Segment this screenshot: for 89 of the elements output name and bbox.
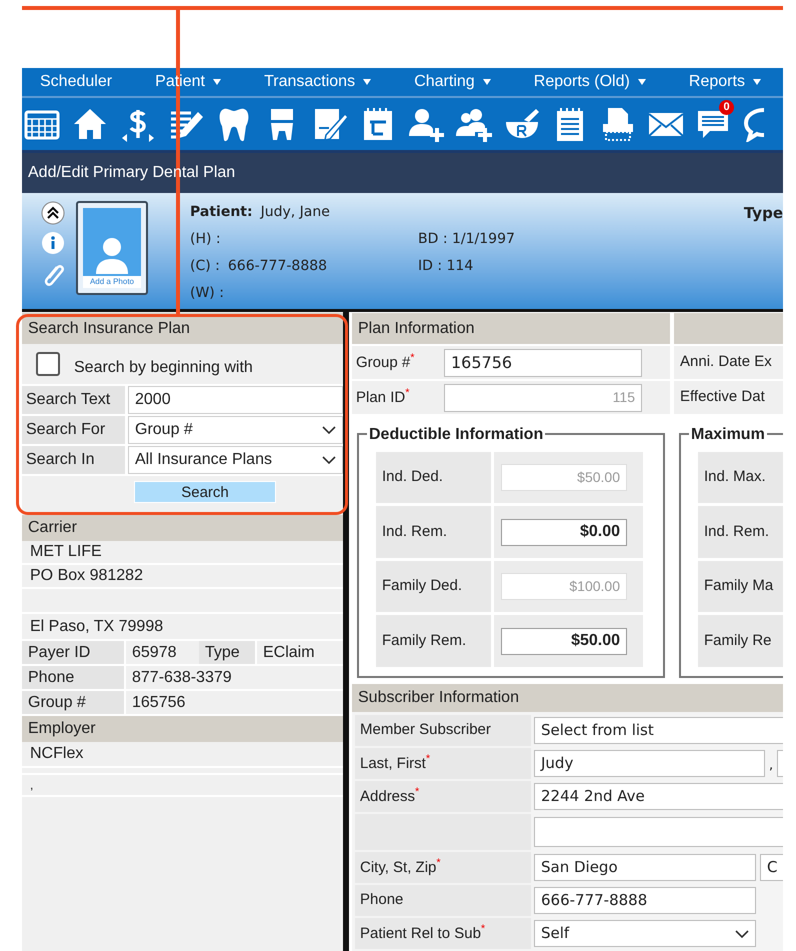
patient-name: Judy, Jane [260, 203, 330, 222]
field-label: Anni. Date Ex [680, 352, 772, 372]
field-value: 877-638-3379 [132, 668, 232, 688]
type-label: Type [744, 203, 783, 224]
search-button[interactable]: Search [134, 480, 276, 502]
chevron-down-icon[interactable] [322, 456, 336, 464]
cell-phone-label: (C) : [190, 257, 220, 276]
birth-date: BD : 1/1/1997 [418, 230, 515, 249]
field-label: City, St, Zip$^{*}$ [360, 856, 441, 878]
menu-item[interactable]: Reports [688, 70, 761, 94]
patient-label: Patient: [190, 203, 253, 222]
carrier-city: El Paso, TX 79998 [30, 616, 164, 636]
field-label: Payer ID [28, 642, 90, 662]
input-field[interactable]: 2000 [128, 386, 343, 414]
section-title: Carrier [28, 518, 77, 538]
section-title: Employer [28, 719, 96, 739]
field-label: Family Rem. [382, 630, 466, 651]
caret-icon[interactable] [212, 79, 221, 85]
double-chevron-up-icon[interactable] [41, 201, 65, 225]
dropdown[interactable]: Group # [128, 416, 343, 444]
field-label: Group # [28, 692, 86, 712]
dropdown[interactable]: Select from list [534, 717, 783, 744]
field-label: Member Subscriber [360, 720, 491, 740]
checkbox-label: Search by beginning with [74, 358, 253, 378]
menu-item[interactable]: Transactions [264, 70, 372, 94]
field-label: Last, First$^{*}$ [360, 752, 430, 774]
field-label: Patient Rel to Sub$^{*}$ [360, 922, 486, 944]
photo-frame[interactable]: Add a Photo [76, 201, 148, 295]
chevron-down-icon[interactable] [322, 426, 336, 434]
field-label: Effective Dat [680, 387, 765, 408]
field-label: Search Text [26, 390, 110, 410]
field-label: Ind. Max. [704, 467, 766, 488]
checkbox[interactable] [36, 352, 60, 376]
dropdown[interactable]: Self [534, 920, 756, 947]
menu-item[interactable]: Charting [414, 70, 491, 94]
field-label: Phone [360, 890, 404, 910]
info-icon[interactable] [41, 231, 65, 255]
caret-icon[interactable] [638, 79, 646, 85]
input-field[interactable]: Judy [534, 750, 765, 777]
field-label: Family Re [704, 630, 772, 651]
field-label: Plan ID$^{*}$ [356, 386, 410, 408]
field-label: Ind. Ded. [382, 467, 443, 488]
field-value: 165756 [132, 692, 186, 712]
input-field[interactable] [534, 817, 783, 847]
field-label: Ind. Rem. [704, 522, 770, 542]
input-field[interactable]: $0.00 [501, 518, 627, 546]
cell-phone: 666-777-8888 [228, 257, 328, 276]
field-label: Search For [26, 420, 106, 440]
menu-item[interactable]: Scheduler [40, 70, 112, 94]
photo-caption: Add a Photo [83, 276, 141, 288]
chevron-down-icon[interactable] [735, 930, 749, 938]
section-title: Subscriber Information [358, 688, 519, 708]
field-value: EClaim [263, 642, 315, 662]
employer-name: NCFlex [30, 744, 84, 764]
work-phone-label: (W) : [190, 284, 225, 303]
field-label: Type [205, 642, 240, 662]
field-label: Group #$^{*}$ [356, 351, 416, 374]
field-label: Phone [28, 668, 74, 688]
menu-item[interactable]: Reports (Old) [534, 70, 646, 94]
note-pencil-icon[interactable] [312, 106, 348, 142]
carrier-address: PO Box 981282 [30, 566, 143, 586]
home-icon[interactable] [72, 106, 108, 142]
input-field[interactable]: $50.00 [501, 628, 627, 654]
input-field[interactable]: 666-777-8888 [534, 887, 756, 914]
section-title: Search Insurance Plan [28, 318, 190, 338]
input-field[interactable]: 2244 2nd Ave [534, 783, 783, 810]
add-people-icon[interactable] [456, 106, 492, 142]
carrier-name: MET LIFE [30, 542, 102, 562]
field-label: Address$^{*}$ [360, 785, 420, 808]
field-label: Family Ma [704, 576, 774, 596]
caret-icon[interactable] [752, 79, 761, 85]
section-title: Plan Information [358, 318, 475, 338]
dropdown[interactable]: All Insurance Plans [128, 446, 343, 474]
notification-badge: 0 [719, 100, 734, 115]
employer-address: , [30, 777, 34, 794]
patient-id: ID : 114 [418, 257, 474, 276]
field-value: 65978 [132, 642, 176, 662]
add-person-icon[interactable] [408, 106, 444, 142]
home-phone-label: (H) : [190, 230, 222, 249]
caret-icon[interactable] [363, 79, 372, 85]
printer-icon[interactable] [600, 106, 636, 142]
input-field[interactable]: 165756 [444, 348, 642, 376]
field-label: Family Ded. [382, 576, 462, 596]
caret-icon[interactable] [482, 79, 491, 85]
field-label: Search In [26, 450, 94, 470]
input-field[interactable]: San Diego [534, 854, 756, 881]
separator-text: , [769, 756, 774, 774]
field-label: Ind. Rem. [382, 522, 448, 542]
input-field[interactable]: C [760, 854, 783, 881]
